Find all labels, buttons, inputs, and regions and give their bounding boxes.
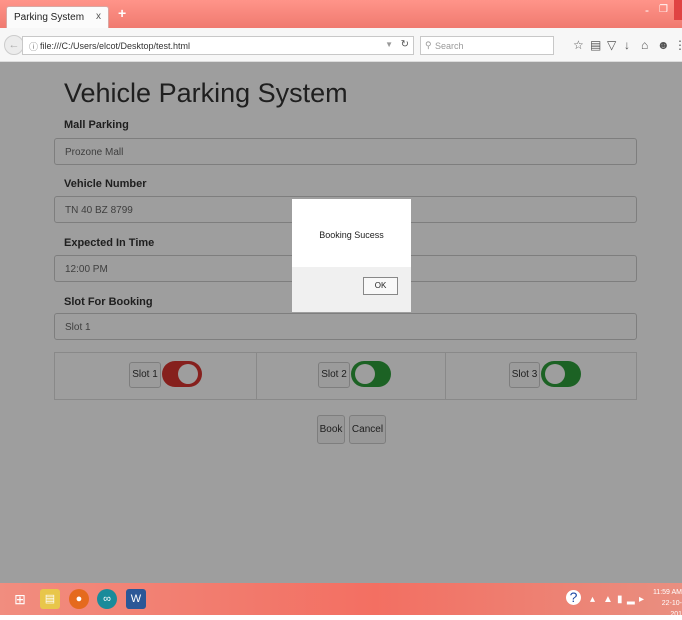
clock-time: 11:59 AM (652, 589, 682, 596)
url-bar[interactable]: ⓘ file:///C:/Users/elcot/Desktop/test.ht… (22, 36, 414, 55)
help-icon[interactable]: ? (566, 590, 581, 605)
url-dropdown-icon[interactable]: ▼ (385, 40, 393, 49)
file-explorer-icon[interactable]: ▤ (40, 589, 60, 609)
search-placeholder: Search (435, 41, 464, 51)
firefox-icon[interactable]: ● (69, 589, 89, 609)
url-text: file:///C:/Users/elcot/Desktop/test.html (40, 41, 191, 51)
start-icon[interactable]: ⊞ (10, 589, 30, 609)
clock-date: 22-10-201 (661, 600, 682, 618)
modal-overlay (0, 62, 682, 583)
home-icon[interactable]: ⌂ (641, 38, 648, 52)
back-button[interactable]: ← (4, 35, 24, 55)
battery-icon[interactable]: ▮ (617, 594, 623, 605)
signal-icon[interactable]: ▂ (627, 594, 635, 605)
alert-dialog: Booking Sucess (292, 199, 411, 312)
tray-chevron-icon[interactable]: ▴ (590, 594, 595, 605)
arduino-icon[interactable]: ∞ (97, 589, 117, 609)
star-icon[interactable]: ☆ (573, 38, 584, 52)
minimize-button[interactable]: - (645, 3, 649, 17)
reload-icon[interactable]: ↻ (401, 39, 409, 50)
reading-list-icon[interactable]: ▤ (590, 38, 601, 52)
menu-icon[interactable]: ⋮ (674, 38, 682, 52)
ok-button[interactable]: OK (363, 277, 398, 295)
site-info-icon[interactable]: ⓘ (29, 40, 38, 53)
word-icon[interactable]: W (126, 589, 146, 609)
tab-close-button[interactable]: x (96, 11, 101, 22)
window-close-button[interactable] (674, 0, 682, 20)
chat-icon[interactable]: ☻ (657, 38, 670, 52)
tab-title: Parking System (14, 12, 85, 23)
search-bar[interactable]: ⚲ Search (420, 36, 554, 55)
pocket-icon[interactable]: ▽ (607, 38, 616, 52)
search-icon: ⚲ (425, 40, 432, 50)
maximize-button[interactable]: ❐ (659, 4, 668, 15)
new-tab-button[interactable]: + (118, 5, 126, 21)
network-icon[interactable]: ▲ (603, 594, 613, 605)
volume-icon[interactable]: ▸ (639, 594, 644, 605)
browser-tab[interactable]: Parking System x (6, 6, 109, 28)
download-icon[interactable]: ↓ (624, 38, 630, 52)
taskbar-clock[interactable]: 11:59 AM 22-10-201 (651, 587, 682, 620)
dialog-message: Booking Sucess (319, 230, 384, 240)
